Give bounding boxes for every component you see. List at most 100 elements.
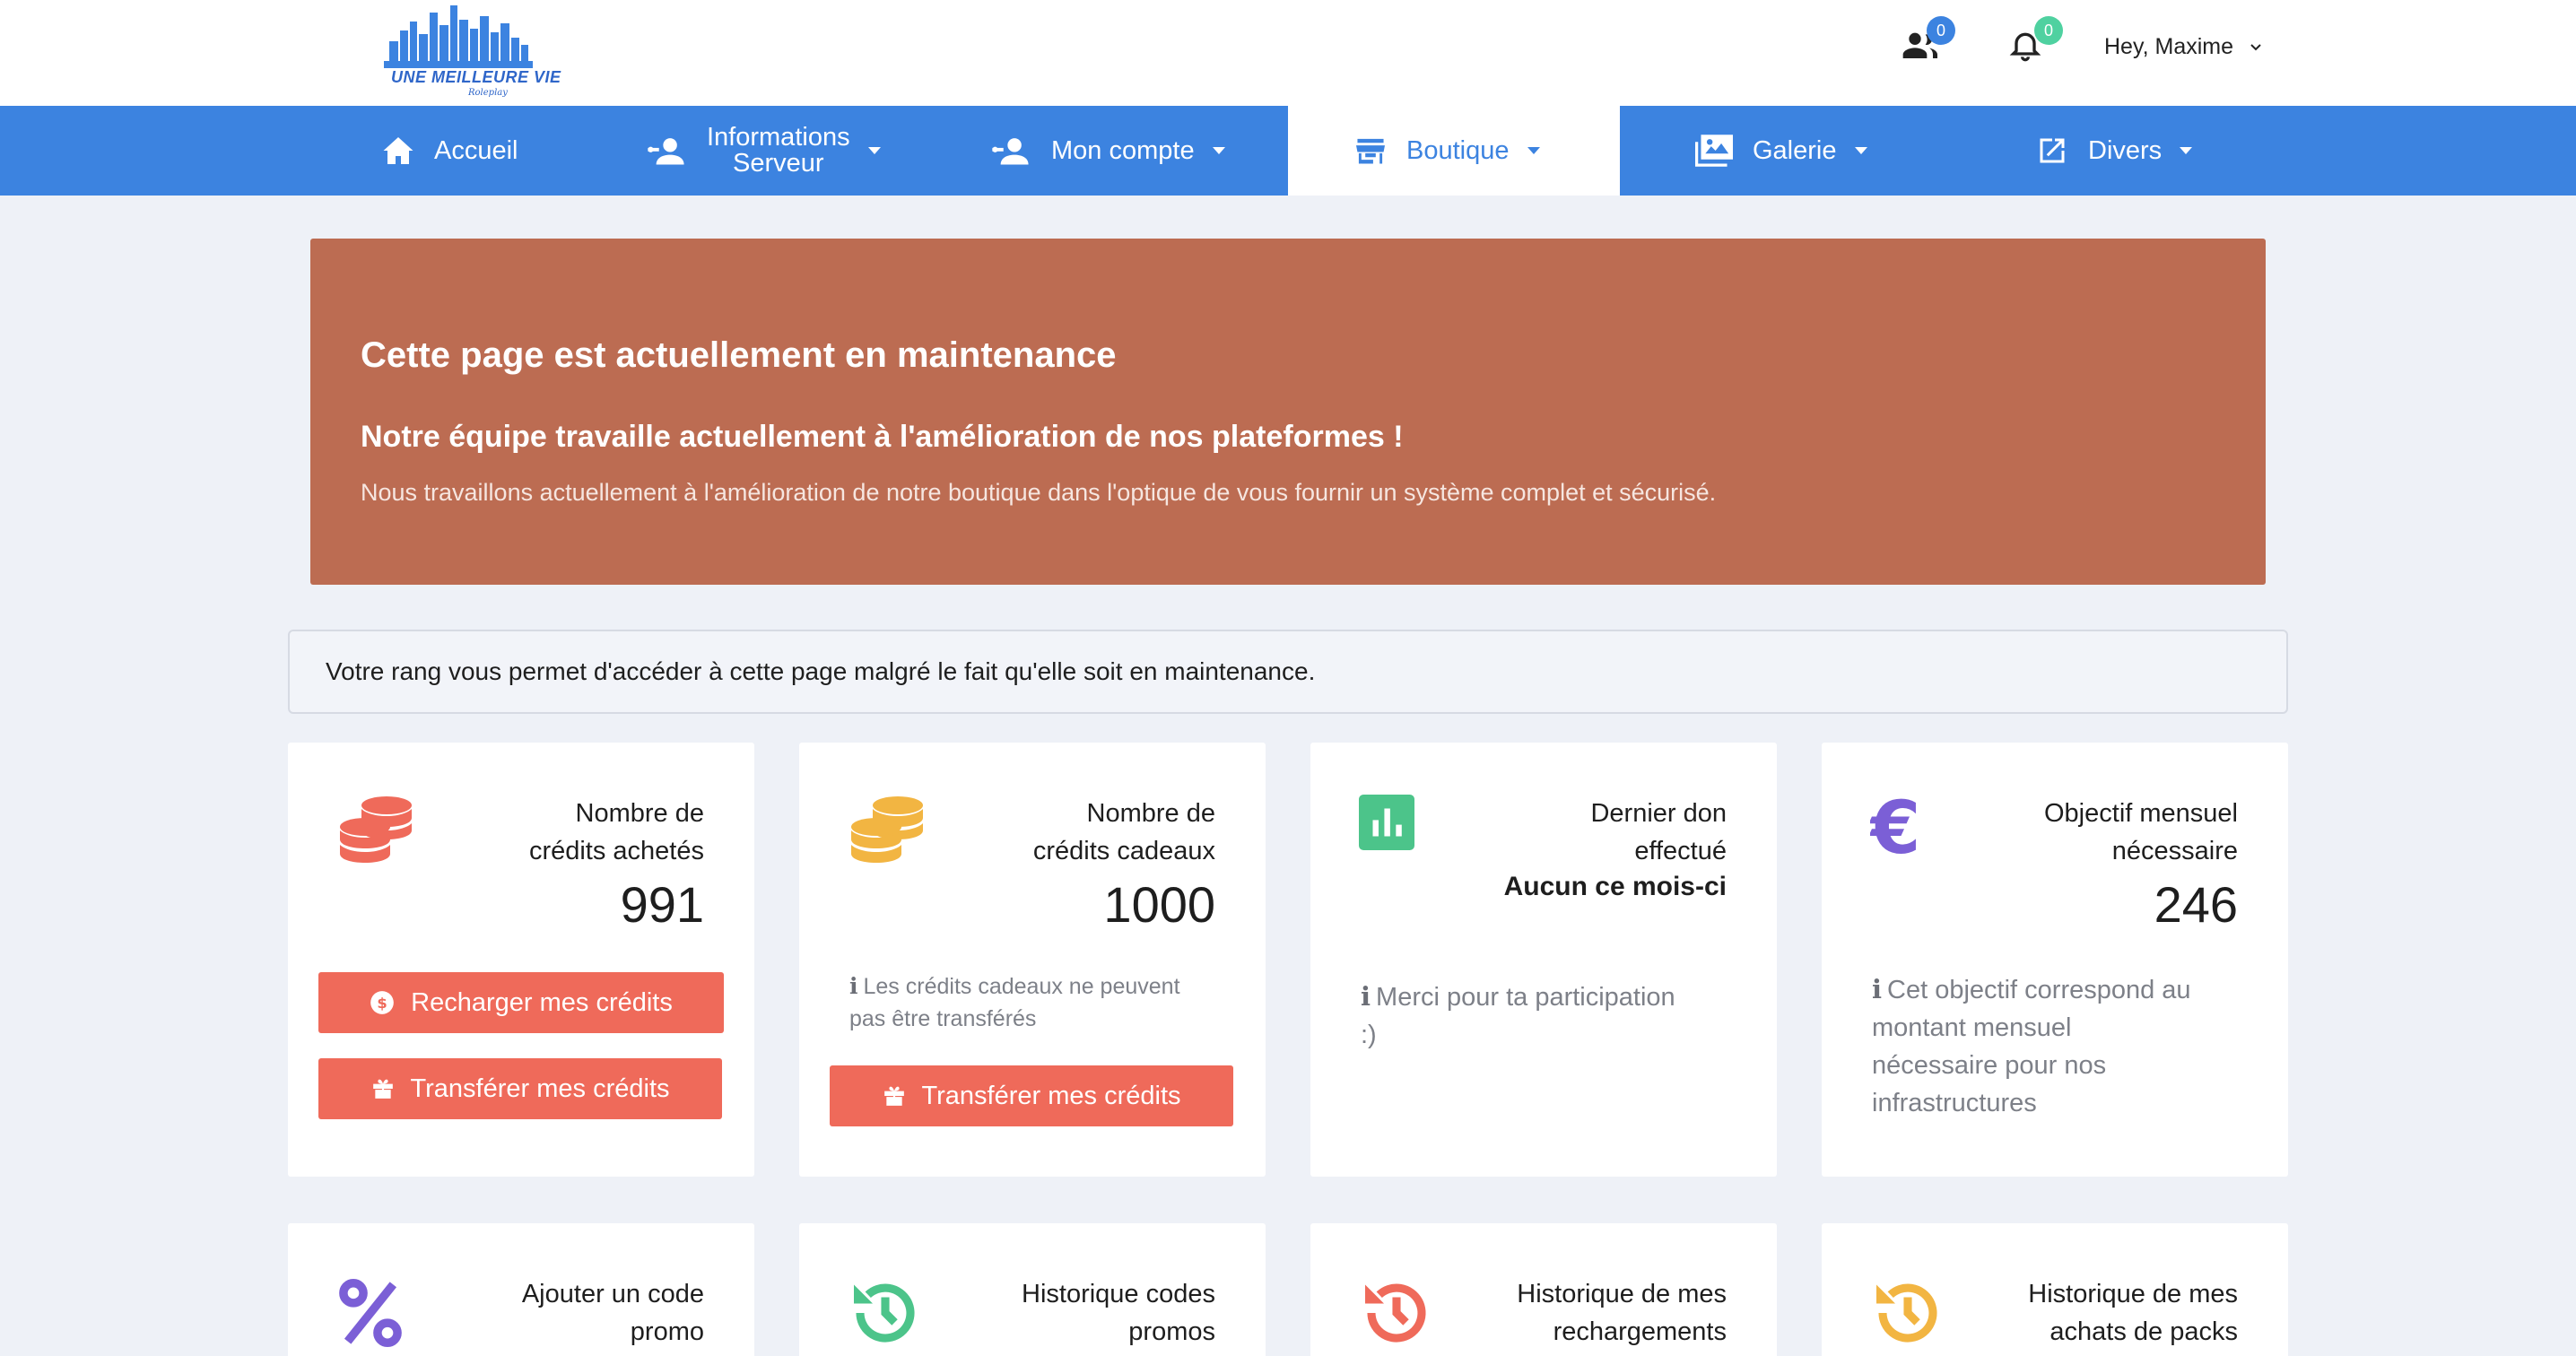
gallery-icon xyxy=(1695,135,1733,167)
card-title: Nombre de crédits achetés xyxy=(529,795,704,870)
user-connect-icon xyxy=(648,138,684,165)
external-link-icon xyxy=(2040,138,2065,163)
card-title-line2: effectué xyxy=(1634,837,1727,865)
note-line: :) xyxy=(1361,1021,1377,1049)
store-icon xyxy=(1356,138,1385,164)
user-greeting: Hey, Maxime xyxy=(2104,34,2234,59)
info-icon: i xyxy=(1361,981,1371,1012)
percent-icon xyxy=(339,1279,402,1347)
rank-access-notice: Votre rang vous permet d'accéder à cette… xyxy=(288,630,2288,714)
donation-thanks-note: i Merci pour ta participation :) xyxy=(1361,978,1675,1054)
svg-text:€: € xyxy=(1870,795,1919,863)
maintenance-title: Cette page est actuellement en maintenan… xyxy=(361,335,1117,375)
card-title-line1: Objectif mensuel xyxy=(2044,799,2238,828)
recharge-credits-button[interactable]: $ Recharger mes crédits xyxy=(318,972,724,1033)
note-line: Les crédits cadeaux ne peuvent xyxy=(863,974,1180,999)
card-title: Ajouter un code promo xyxy=(522,1275,704,1351)
info-icon: i xyxy=(849,973,858,999)
money-bag-icon: $ xyxy=(370,991,394,1014)
card-title-line2: crédits achetés xyxy=(528,837,704,865)
gift-credits-note: i Les crédits cadeaux ne peuvent pas être… xyxy=(849,970,1180,1035)
history-icon xyxy=(1365,1283,1426,1343)
card-add-promo-code[interactable]: Ajouter un code promo xyxy=(288,1223,754,1356)
notifications-badge: 0 xyxy=(2034,16,2063,45)
card-objectif-mensuel: € Objectif mensuel nécessaire 246 i Cet o… xyxy=(1822,743,2288,1177)
bar-chart-icon xyxy=(1359,795,1414,850)
note-line: montant mensuel xyxy=(1872,1013,2072,1042)
card-title: Nombre de crédits cadeaux xyxy=(1033,795,1215,870)
caret-down-icon xyxy=(1527,147,1540,154)
nav-item-boutique[interactable]: Boutique xyxy=(1288,106,1620,196)
top-bar: UNE MEILLEURE VIE Roleplay 0 0 Hey, Maxi… xyxy=(0,0,2576,106)
card-title: Dernier don effectué xyxy=(1590,795,1727,870)
button-label: Transférer mes crédits xyxy=(921,1081,1181,1110)
card-title-line2: promos xyxy=(1128,1317,1215,1346)
chevron-down-icon xyxy=(2250,43,2261,50)
user-connect-icon xyxy=(992,138,1029,165)
note-line: nécessaire pour nos xyxy=(1872,1051,2107,1080)
monthly-goal-value: 246 xyxy=(2154,876,2238,933)
nav-item-mon-compte[interactable]: Mon compte xyxy=(992,106,1225,196)
button-label: Transférer mes crédits xyxy=(410,1074,670,1103)
note-line: pas être transférés xyxy=(849,1006,1037,1031)
svg-text:$: $ xyxy=(377,995,387,1012)
card-title-line1: Nombre de xyxy=(1086,799,1215,828)
card-promo-history[interactable]: Historique codes promos xyxy=(799,1223,1266,1356)
note-line: Cet objectif correspond au xyxy=(1887,976,2191,1004)
skyline-logo-icon xyxy=(384,5,533,68)
card-pack-history[interactable]: Historique de mes achats de packs xyxy=(1822,1223,2288,1356)
card-title-line2: rechargements xyxy=(1553,1317,1727,1346)
maintenance-subtitle: Notre équipe travaille actuellement à l'… xyxy=(361,420,1404,454)
notice-text: Votre rang vous permet d'accéder à cette… xyxy=(326,657,1316,685)
nav-item-accueil[interactable]: Accueil xyxy=(382,106,518,196)
button-label: Recharger mes crédits xyxy=(411,987,673,1017)
gift-icon xyxy=(883,1086,904,1106)
note-line: infrastructures xyxy=(1872,1089,2037,1117)
card-credits-achetes: Nombre de crédits achetés 991 $ Recharge… xyxy=(288,743,754,1177)
history-icon xyxy=(1876,1283,1937,1343)
caret-down-icon xyxy=(2180,147,2193,154)
user-menu[interactable]: Hey, Maxime xyxy=(2104,34,2262,60)
card-title-line1: Historique de mes xyxy=(1517,1280,1727,1308)
card-credits-cadeaux: Nombre de crédits cadeaux 1000 i Les créd… xyxy=(799,743,1266,1177)
nav-item-galerie[interactable]: Galerie xyxy=(1695,106,1867,196)
card-title: Historique de mes rechargements xyxy=(1517,1275,1727,1351)
card-recharge-history[interactable]: Historique de mes rechargements xyxy=(1310,1223,1777,1356)
card-title-line1: Dernier don xyxy=(1590,799,1727,828)
info-icon: i xyxy=(1872,974,1883,1004)
nav-item-informations-serveur[interactable]: Informations Serveur xyxy=(648,106,881,196)
card-title-line2: crédits cadeaux xyxy=(1032,837,1215,865)
caret-down-icon xyxy=(1212,147,1225,154)
nav-label: Galerie xyxy=(1753,135,1837,165)
note-line: Merci pour ta participation xyxy=(1376,983,1675,1012)
euro-icon: € xyxy=(1870,795,1919,863)
card-title-line2: achats de packs xyxy=(2049,1317,2238,1346)
last-donation-value: Aucun ce mois-ci xyxy=(1503,872,1727,901)
nav-label: Accueil xyxy=(434,135,518,165)
nav-item-divers[interactable]: Divers xyxy=(2036,106,2193,196)
card-title-line1: Nombre de xyxy=(575,799,704,828)
transfer-gift-credits-button[interactable]: Transférer mes crédits xyxy=(830,1065,1233,1126)
maintenance-text: Nous travaillons actuellement à l'amélio… xyxy=(361,479,1717,506)
logo-text: UNE MEILLEURE VIE xyxy=(391,68,561,86)
nav-label-line2: Serveur xyxy=(733,149,824,178)
main-nav: Accueil Informations Serveur Mon compte … xyxy=(0,106,2576,196)
gift-credits-value: 1000 xyxy=(1103,876,1215,933)
notifications-button[interactable]: 0 xyxy=(2007,16,2063,72)
transfer-credits-button[interactable]: Transférer mes crédits xyxy=(318,1058,722,1119)
nav-label-informations-serveur: Informations Serveur xyxy=(707,125,850,177)
maintenance-banner: Cette page est actuellement en maintenan… xyxy=(310,239,2266,585)
gift-icon xyxy=(372,1079,393,1099)
caret-down-icon xyxy=(1854,147,1867,154)
nav-label: Divers xyxy=(2088,135,2163,165)
credits-purchased-value: 991 xyxy=(620,876,704,933)
card-title: Historique de mes achats de packs xyxy=(2028,1275,2238,1351)
nav-label: Boutique xyxy=(1406,135,1510,165)
nav-label-line1: Informations xyxy=(707,123,850,152)
friends-button[interactable]: 0 xyxy=(1900,16,1955,72)
caret-down-icon xyxy=(867,147,881,154)
logo-signature: Roleplay xyxy=(468,88,508,98)
friends-badge: 0 xyxy=(1927,16,1955,45)
card-title-line1: Historique de mes xyxy=(2028,1280,2238,1308)
site-logo[interactable]: UNE MEILLEURE VIE Roleplay xyxy=(384,5,561,100)
